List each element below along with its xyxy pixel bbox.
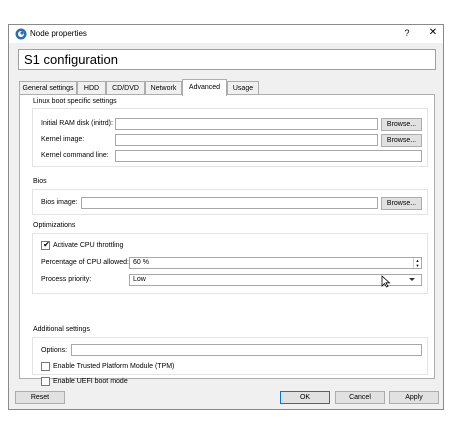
apply-button[interactable]: Apply: [389, 391, 439, 404]
window-title: Node properties: [30, 29, 87, 38]
priority-selected-value: Low: [133, 276, 146, 283]
options-label: Options:: [41, 347, 68, 354]
initrd-input[interactable]: [115, 118, 378, 130]
gns3-app-icon: [15, 28, 27, 40]
tab-hdd[interactable]: HDD: [77, 81, 106, 95]
bios-image-label: Bios image:: [41, 199, 78, 206]
options-input[interactable]: [71, 344, 422, 356]
initrd-label: Initial RAM disk (initrd):: [41, 120, 113, 127]
priority-select[interactable]: Low: [129, 274, 422, 286]
node-properties-dialog: Node properties ? ✕ S1 configuration Gen…: [8, 24, 444, 410]
bios-image-browse-button[interactable]: Browse...: [381, 197, 422, 210]
close-button[interactable]: ✕: [427, 27, 439, 40]
cpu-throttling-label: Activate CPU throttling: [53, 242, 124, 249]
bios-image-input[interactable]: [81, 197, 378, 209]
additional-section-label: Additional settings: [33, 326, 90, 333]
uefi-checkbox[interactable]: [41, 377, 50, 386]
cpu-percent-value: 60 %: [133, 259, 149, 266]
bios-section-label: Bios: [33, 178, 47, 185]
kernel-cmdline-label: Kernel command line:: [41, 152, 109, 159]
kernel-image-browse-button[interactable]: Browse...: [381, 134, 422, 147]
bios-group: Bios image: Browse...: [32, 189, 428, 215]
optimizations-section-label: Optimizations: [33, 222, 76, 229]
optimizations-group: ✔ Activate CPU throttling Percentage of …: [32, 233, 428, 294]
cpu-percent-spin-buttons[interactable]: ▲ ▼: [413, 258, 421, 268]
linux-boot-group: Initial RAM disk (initrd): Browse... Ker…: [32, 108, 428, 167]
dialog-footer: Reset OK Cancel Apply: [9, 387, 443, 411]
cpu-throttling-checkbox[interactable]: ✔: [41, 240, 50, 250]
advanced-tab-panel: Linux boot specific settings Initial RAM…: [19, 94, 435, 386]
mouse-cursor-icon: [381, 275, 391, 288]
spin-down-icon[interactable]: ▼: [414, 263, 421, 268]
tab-cd-dvd[interactable]: CD/DVD: [106, 81, 145, 95]
tab-advanced[interactable]: Advanced: [182, 79, 227, 96]
tpm-label: Enable Trusted Platform Module (TPM): [53, 363, 175, 370]
tpm-checkbox[interactable]: [41, 362, 50, 371]
tab-general-settings[interactable]: General settings: [19, 81, 77, 95]
page-title: S1 configuration: [24, 52, 118, 67]
tab-usage[interactable]: Usage: [227, 81, 259, 95]
linux-boot-section-label: Linux boot specific settings: [33, 98, 117, 105]
chevron-down-icon: [409, 278, 415, 281]
cancel-button[interactable]: Cancel: [335, 391, 385, 404]
kernel-image-input[interactable]: [115, 134, 378, 146]
kernel-image-label: Kernel image:: [41, 136, 85, 143]
check-icon: ✔: [43, 240, 50, 249]
title-bar: Node properties ? ✕: [9, 25, 443, 43]
cpu-percent-label: Percentage of CPU allowed:: [41, 259, 129, 266]
initrd-browse-button[interactable]: Browse...: [381, 118, 422, 131]
cpu-percent-spinbox[interactable]: 60 % ▲ ▼: [129, 257, 422, 269]
tab-network[interactable]: Network: [145, 81, 182, 95]
config-title-panel: S1 configuration: [18, 49, 436, 70]
ok-button[interactable]: OK: [280, 391, 330, 404]
help-button[interactable]: ?: [401, 28, 413, 40]
kernel-cmdline-input[interactable]: [115, 150, 422, 162]
reset-button[interactable]: Reset: [15, 391, 65, 404]
priority-label: Process priority:: [41, 276, 92, 283]
uefi-label: Enable UEFI boot mode: [53, 378, 128, 385]
